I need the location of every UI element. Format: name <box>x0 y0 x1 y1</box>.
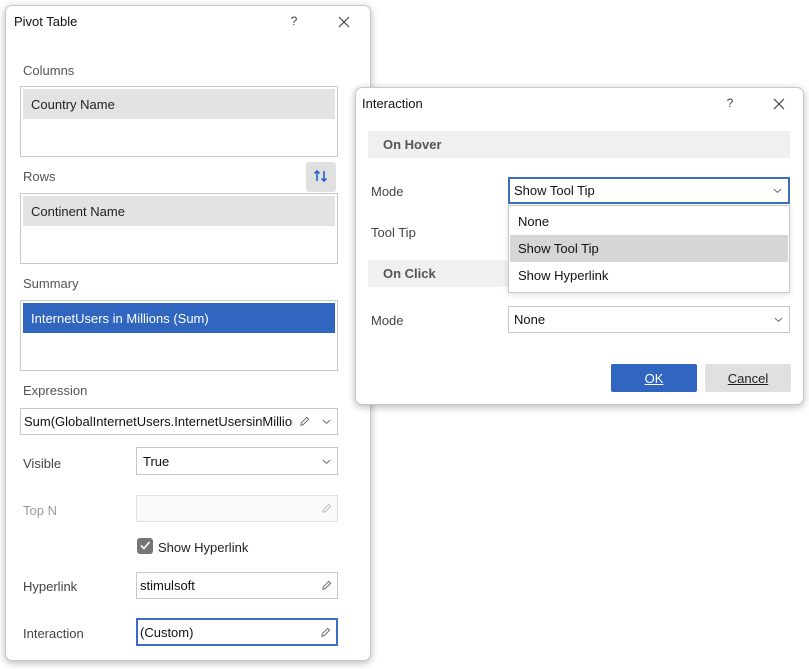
visible-label: Visible <box>23 456 62 471</box>
on-hover-header: On Hover <box>368 131 790 158</box>
columns-list[interactable]: Country Name <box>20 86 338 157</box>
chevron-down-icon <box>767 314 789 325</box>
click-mode-select[interactable]: None <box>508 306 790 333</box>
list-item-label: InternetUsers in Millions (Sum) <box>31 310 209 326</box>
chevron-down-icon <box>315 456 337 467</box>
close-icon[interactable] <box>769 94 789 114</box>
hyperlink-value: stimulsoft <box>140 578 195 593</box>
interaction-label: Interaction <box>23 626 84 641</box>
summary-label: Summary <box>23 276 79 291</box>
expression-label: Expression <box>23 383 88 398</box>
hyperlink-field[interactable]: stimulsoft <box>136 572 338 599</box>
summary-list[interactable]: InternetUsers in Millions (Sum) <box>20 300 338 371</box>
tooltip-label: Tool Tip <box>371 225 416 240</box>
dropdown-option-label: Show Hyperlink <box>518 268 609 283</box>
pivot-table-dialog: Pivot Table ? Columns Country Name Rows … <box>5 5 371 661</box>
list-item-label: Continent Name <box>31 203 125 219</box>
hyperlink-label: Hyperlink <box>23 579 78 594</box>
dropdown-option-show-hyperlink[interactable]: Show Hyperlink <box>510 262 788 289</box>
visible-value: True <box>143 453 170 469</box>
chevron-down-icon <box>766 185 788 196</box>
pencil-icon[interactable] <box>314 627 336 638</box>
swap-arrows-icon <box>313 169 329 186</box>
click-mode-label: Mode <box>371 313 404 328</box>
dropdown-option-label: None <box>518 214 550 229</box>
cancel-button[interactable]: Cancel <box>705 364 791 392</box>
hover-mode-dropdown: None Show Tool Tip Show Hyperlink <box>508 205 790 293</box>
show-hyperlink-label[interactable]: Show Hyperlink <box>158 540 248 555</box>
dropdown-option-none[interactable]: None <box>510 208 788 235</box>
dropdown-option-label: Show Tool Tip <box>518 241 599 256</box>
topn-label: Top N <box>23 503 57 518</box>
swap-rows-columns-button[interactable] <box>306 162 336 192</box>
interaction-value: (Custom) <box>140 624 194 640</box>
close-icon[interactable] <box>334 12 354 32</box>
interaction-dialog: Interaction ? On Hover Mode Show Tool Ti… <box>355 87 804 405</box>
interaction-field[interactable]: (Custom) <box>136 618 338 646</box>
checkmark-icon <box>139 539 151 554</box>
hover-mode-label: Mode <box>371 184 404 199</box>
list-item[interactable]: Country Name <box>23 89 335 119</box>
list-item[interactable]: InternetUsers in Millions (Sum) <box>23 303 335 333</box>
list-item-label: Country Name <box>31 96 115 112</box>
topn-field <box>136 495 338 522</box>
rows-label: Rows <box>23 169 56 184</box>
hover-mode-select[interactable]: Show Tool Tip <box>508 177 790 204</box>
click-mode-value: None <box>514 312 546 327</box>
dropdown-option-show-tool-tip[interactable]: Show Tool Tip <box>510 235 788 262</box>
pencil-icon[interactable] <box>315 580 337 591</box>
hover-mode-value: Show Tool Tip <box>514 183 595 198</box>
expression-value: Sum(GlobalInternetUsers.InternetUsersinM… <box>24 414 293 429</box>
pencil-icon <box>315 503 337 514</box>
show-hyperlink-checkbox[interactable] <box>137 538 153 554</box>
dialog-title: Pivot Table <box>14 14 78 29</box>
columns-label: Columns <box>23 63 75 78</box>
help-icon[interactable]: ? <box>720 93 740 113</box>
list-item[interactable]: Continent Name <box>23 196 335 226</box>
expression-field[interactable]: Sum(GlobalInternetUsers.InternetUsersinM… <box>20 408 338 435</box>
chevron-down-icon[interactable] <box>315 416 337 427</box>
help-icon[interactable]: ? <box>284 11 304 31</box>
rows-list[interactable]: Continent Name <box>20 193 338 264</box>
pencil-icon[interactable] <box>293 416 315 427</box>
ok-button[interactable]: OK <box>611 364 697 392</box>
visible-select[interactable]: True <box>136 447 338 475</box>
dialog-title: Interaction <box>362 96 423 111</box>
